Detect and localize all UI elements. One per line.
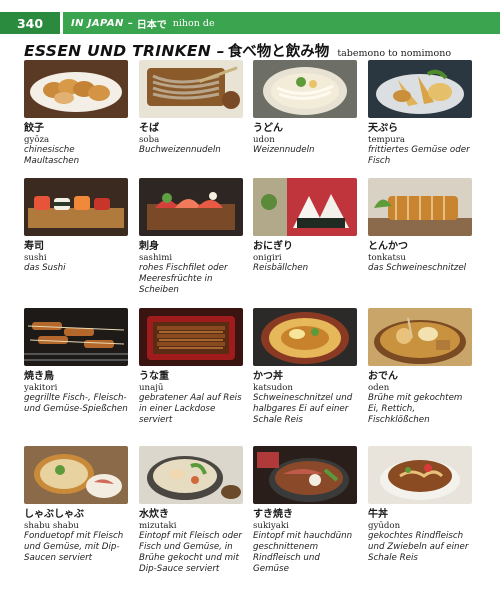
food-romaji: onigiri xyxy=(253,253,282,263)
food-name-jp: うな重 xyxy=(139,371,169,382)
food-romaji: udon xyxy=(253,135,275,145)
food-item-sushi: 寿司 sushi das Sushi xyxy=(24,178,128,274)
food-item-sashimi: 刺身 sashimi rohes Fischfilet oder Meeresf… xyxy=(139,178,243,296)
title-romaji: tabemono to nomimono xyxy=(337,48,452,59)
food-romaji: mizutaki xyxy=(139,521,177,531)
food-name-jp: 寿司 xyxy=(24,241,44,252)
food-name-jp: おでん xyxy=(368,371,398,382)
food-item-onigiri: おにぎり onigiri Reisbällchen xyxy=(253,178,357,274)
tempura-photo xyxy=(368,60,472,118)
food-meaning: Fonduetopf mit Fleisch und Gemüse, mit D… xyxy=(24,531,124,563)
food-romaji: sashimi xyxy=(139,253,173,263)
food-item-gyudon: 牛丼 gyūdon gekochtes Rindfleisch und Zwie… xyxy=(368,446,472,564)
food-item-udon: うどん udon Weizennudeln xyxy=(253,60,357,156)
onigiri-photo xyxy=(253,178,357,236)
food-item-unaju: うな重 unajū gebratener Aal auf Reis in ein… xyxy=(139,308,243,426)
sushi-photo xyxy=(24,178,128,236)
section-title-de: IN JAPAN xyxy=(71,17,124,29)
page-title: ESSEN UND TRINKEN – 食べ物と飲み物 tabemono to … xyxy=(24,40,451,61)
food-name-jp: うどん xyxy=(253,123,283,134)
food-meaning: chinesische Maultaschen xyxy=(24,145,80,166)
food-item-shabushabu: しゃぶしゃぶ shabu shabu Fonduetopf mit Fleisc… xyxy=(24,446,128,564)
shabushabu-photo xyxy=(24,446,128,504)
oden-photo xyxy=(368,308,472,366)
unaju-photo xyxy=(139,308,243,366)
food-grid: 餃子 gyōza chinesische Maultaschen そば soba… xyxy=(24,60,482,600)
food-item-sukiyaki: すき焼き sukiyaki Eintopf mit hauchdünn gesc… xyxy=(253,446,357,575)
sukiyaki-photo xyxy=(253,446,357,504)
header-bar: 340 IN JAPAN – 日本で nihon de xyxy=(0,12,500,34)
food-name-jp: 餃子 xyxy=(24,123,44,134)
food-meaning: Schweineschnitzel und halbgares Ei auf e… xyxy=(253,393,353,425)
food-meaning: Reisbällchen xyxy=(253,263,309,273)
food-meaning: rohes Fischfilet oder Meeresfrüchte in S… xyxy=(139,263,228,295)
food-name-jp: とんかつ xyxy=(368,241,408,252)
food-romaji: sukiyaki xyxy=(253,521,289,531)
food-name-jp: 焼き鳥 xyxy=(24,371,54,382)
sashimi-photo xyxy=(139,178,243,236)
section-title-jp: 日本で xyxy=(136,19,167,31)
food-item-katsudon: かつ丼 katsudon Schweineschnitzel und halbg… xyxy=(253,308,357,426)
food-romaji: yakitori xyxy=(24,383,58,393)
food-name-jp: おにぎり xyxy=(253,241,293,252)
gyoza-photo xyxy=(24,60,128,118)
katsudon-photo xyxy=(253,308,357,366)
food-name-jp: すき焼き xyxy=(253,509,293,520)
food-romaji: gyūdon xyxy=(368,521,401,531)
yakitori-photo xyxy=(24,308,128,366)
food-item-tonkatsu: とんかつ tonkatsu das Schweineschnitzel xyxy=(368,178,472,274)
food-romaji: gyōza xyxy=(24,135,50,145)
food-name-jp: 天ぷら xyxy=(368,123,398,134)
tonkatsu-photo xyxy=(368,178,472,236)
title-de: ESSEN UND TRINKEN – xyxy=(24,42,225,60)
food-romaji: sushi xyxy=(24,253,47,263)
food-romaji: soba xyxy=(139,135,160,145)
food-romaji: shabu shabu xyxy=(24,521,79,531)
soba-photo xyxy=(139,60,243,118)
food-name-jp: しゃぶしゃぶ xyxy=(24,509,84,520)
page-number: 340 xyxy=(0,12,60,34)
food-meaning: Buchweizennudeln xyxy=(139,145,221,155)
food-meaning: Brühe mit gekochtem Ei, Rettich, Fischkl… xyxy=(368,393,463,425)
food-name-jp: かつ丼 xyxy=(253,371,283,382)
food-meaning: das Sushi xyxy=(24,263,66,273)
food-romaji: unajū xyxy=(139,383,164,393)
food-item-oden: おでん oden Brühe mit gekochtem Ei, Rettich… xyxy=(368,308,472,426)
section-title-romaji: nihon de xyxy=(172,17,215,29)
food-romaji: tonkatsu xyxy=(368,253,406,263)
food-meaning: Eintopf mit hauchdünn geschnittenem Rind… xyxy=(253,531,353,574)
food-item-soba: そば soba Buchweizennudeln xyxy=(139,60,243,156)
mizutaki-photo xyxy=(139,446,243,504)
title-jp: 食べ物と飲み物 xyxy=(227,44,330,60)
food-name-jp: 牛丼 xyxy=(368,509,388,520)
food-item-gyoza: 餃子 gyōza chinesische Maultaschen xyxy=(24,60,128,167)
food-meaning: frittiertes Gemüse oder Fisch xyxy=(368,145,470,166)
food-meaning: gebratener Aal auf Reis in einer Lackdos… xyxy=(139,393,242,425)
food-name-jp: そば xyxy=(139,123,159,134)
section-banner: IN JAPAN – 日本で nihon de xyxy=(63,12,500,34)
food-meaning: gekochtes Rindfleisch und Zwiebeln auf e… xyxy=(368,531,469,563)
food-meaning: Weizennudeln xyxy=(253,145,315,155)
food-meaning: das Schweineschnitzel xyxy=(368,263,467,273)
food-name-jp: 刺身 xyxy=(139,241,159,252)
food-romaji: tempura xyxy=(368,135,405,145)
gyudon-photo xyxy=(368,446,472,504)
food-item-tempura: 天ぷら tempura frittiertes Gemüse oder Fisc… xyxy=(368,60,472,167)
food-meaning: Eintopf mit Fleisch oder Fisch und Gemüs… xyxy=(139,531,242,574)
food-item-mizutaki: 水炊き mizutaki Eintopf mit Fleisch oder Fi… xyxy=(139,446,243,575)
food-name-jp: 水炊き xyxy=(139,509,169,520)
food-romaji: katsudon xyxy=(253,383,293,393)
food-romaji: oden xyxy=(368,383,390,393)
section-separator: – xyxy=(127,17,133,29)
food-meaning: gegrillte Fisch-, Fleisch- und Gemüse-Sp… xyxy=(24,393,128,414)
food-item-yakitori: 焼き鳥 yakitori gegrillte Fisch-, Fleisch- … xyxy=(24,308,128,415)
udon-photo xyxy=(253,60,357,118)
